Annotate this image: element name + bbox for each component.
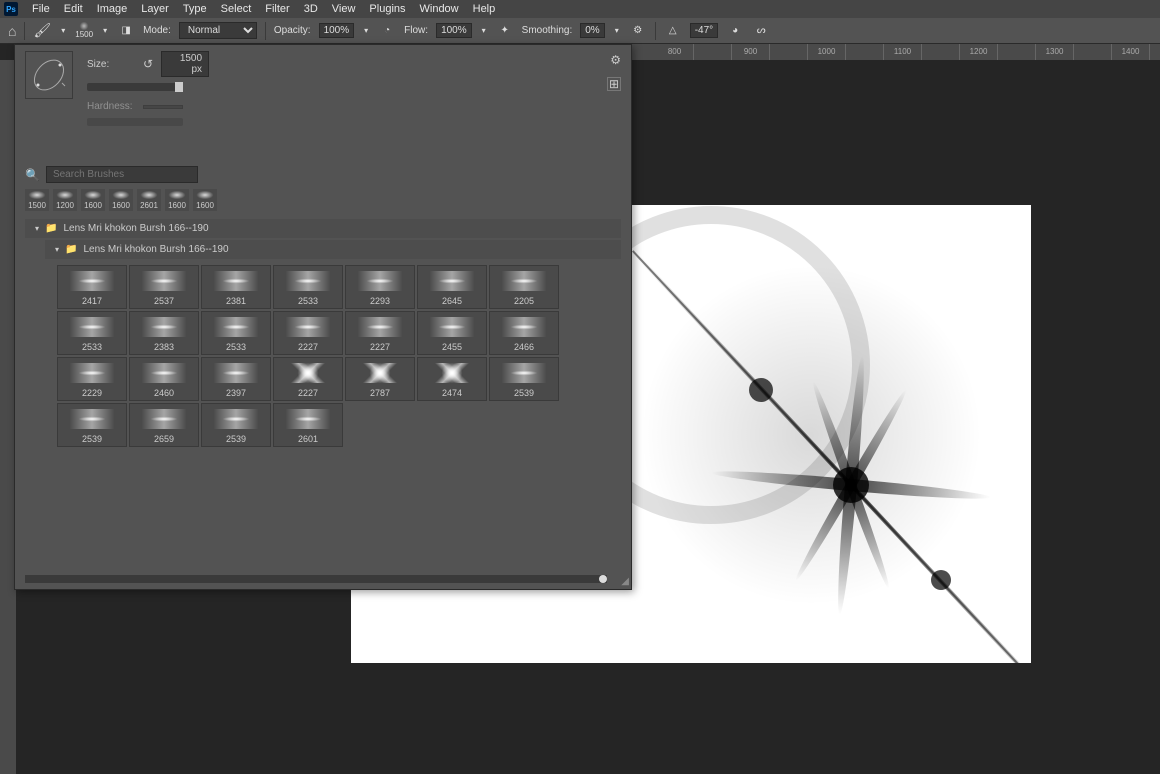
recent-brush[interactable]: 1600 [193, 189, 217, 211]
opacity-label: Opacity: [274, 25, 311, 36]
flow-label: Flow: [404, 25, 428, 36]
brush-thumbnail[interactable]: 2645 [417, 265, 487, 309]
recent-brush[interactable]: 1600 [109, 189, 133, 211]
brush-thumbnail[interactable]: 2537 [129, 265, 199, 309]
hardness-label: Hardness: [87, 101, 135, 112]
smoothing-options-icon[interactable]: ⚙ [629, 22, 647, 40]
tool-preset-dropdown[interactable]: ▾ [59, 26, 67, 35]
menu-type[interactable]: Type [183, 3, 207, 15]
symmetry-icon[interactable]: ᔕ [752, 22, 770, 40]
brush-thumbnail[interactable]: 2466 [489, 311, 559, 355]
brush-thumbnail[interactable]: 2229 [57, 357, 127, 401]
recent-brush[interactable]: 2601 [137, 189, 161, 211]
opacity-value[interactable]: 100% [319, 23, 355, 38]
hardness-value [143, 105, 183, 109]
brush-preset-picker[interactable]: 1500 [75, 22, 93, 39]
brush-thumbnail[interactable]: 2455 [417, 311, 487, 355]
recent-brush[interactable]: 1600 [165, 189, 189, 211]
menu-view[interactable]: View [332, 3, 356, 15]
size-reset-icon[interactable]: ↺ [143, 57, 153, 71]
brush-thumbnail[interactable]: 2383 [129, 311, 199, 355]
brush-thumbnail[interactable]: 2659 [129, 403, 199, 447]
brush-search-input[interactable] [46, 166, 198, 183]
angle-value[interactable]: -47° [690, 23, 718, 38]
brush-thumbnail[interactable]: 2787 [345, 357, 415, 401]
size-pressure-icon[interactable]: ◕ [726, 22, 744, 40]
brush-thumbnail[interactable]: 2460 [129, 357, 199, 401]
brush-thumbnail[interactable]: 2533 [273, 265, 343, 309]
chevron-down-icon: ▾ [55, 245, 59, 254]
recent-brush[interactable]: 1500 [25, 189, 49, 211]
brush-folder-nested[interactable]: ▾ 📁 Lens Mri khokon Bursh 166--190 [45, 240, 621, 259]
brush-settings-icon[interactable]: ◨ [117, 22, 135, 40]
size-slider[interactable] [87, 83, 183, 91]
brush-thumbnail[interactable]: 2533 [201, 311, 271, 355]
menu-plugins[interactable]: Plugins [369, 3, 405, 15]
new-brush-icon[interactable]: ⊞ [607, 77, 621, 91]
blend-mode-select[interactable]: Normal [179, 22, 257, 39]
brush-thumbnail[interactable]: 2227 [273, 311, 343, 355]
brush-thumbnail[interactable]: 2601 [273, 403, 343, 447]
panel-scrollbar[interactable] [25, 575, 607, 583]
brush-thumbnail[interactable]: 2417 [57, 265, 127, 309]
options-bar: ⌂ 🖌 ▾ 1500 ▾ ◨ Mode: Normal Opacity: 100… [0, 18, 1160, 44]
search-icon: 🔍 [25, 168, 40, 182]
brush-thumbnail[interactable]: 2205 [489, 265, 559, 309]
home-icon[interactable]: ⌂ [8, 23, 16, 39]
brush-preset-panel: ⚙ ⊞ Size: ↺ 1500 px Hardness: 🔍 15001200… [14, 44, 632, 590]
menu-window[interactable]: Window [420, 3, 459, 15]
brush-tool-icon[interactable]: 🖌 [33, 22, 51, 39]
menu-filter[interactable]: Filter [265, 3, 289, 15]
brush-thumbnail[interactable]: 2533 [57, 311, 127, 355]
menu-layer[interactable]: Layer [141, 3, 169, 15]
hardness-slider [87, 118, 183, 126]
panel-resize-handle[interactable]: ◢ [621, 576, 629, 587]
menubar: Ps File Edit Image Layer Type Select Fil… [0, 0, 1160, 18]
menu-edit[interactable]: Edit [64, 3, 83, 15]
brush-tip-preview [25, 51, 73, 99]
menu-image[interactable]: Image [97, 3, 128, 15]
brush-thumbnail[interactable]: 2381 [201, 265, 271, 309]
menu-help[interactable]: Help [473, 3, 496, 15]
brush-grid: 2417253723812533229326452205253323832533… [15, 261, 631, 451]
recent-brushes: 1500120016001600260116001600 [15, 189, 631, 217]
brush-thumbnail[interactable]: 2227 [345, 311, 415, 355]
mode-label: Mode: [143, 25, 171, 36]
airbrush-icon[interactable]: ✦ [496, 22, 514, 40]
brush-thumbnail[interactable]: 2397 [201, 357, 271, 401]
flow-value[interactable]: 100% [436, 23, 472, 38]
menu-file[interactable]: File [32, 3, 50, 15]
brush-thumbnail[interactable]: 2474 [417, 357, 487, 401]
chevron-down-icon: ▾ [35, 224, 39, 233]
brush-thumbnail[interactable]: 2539 [57, 403, 127, 447]
folder-icon: 📁 [65, 244, 77, 255]
opacity-pressure-icon[interactable]: ◔ [378, 22, 396, 40]
size-label: Size: [87, 59, 135, 70]
brush-thumbnail[interactable]: 2539 [201, 403, 271, 447]
brush-thumbnail[interactable]: 2539 [489, 357, 559, 401]
brush-thumbnail[interactable]: 2227 [273, 357, 343, 401]
brush-folder[interactable]: ▾ 📁 Lens Mri khokon Bursh 166--190 [25, 219, 621, 238]
menu-select[interactable]: Select [221, 3, 252, 15]
brush-thumbnail[interactable]: 2293 [345, 265, 415, 309]
recent-brush[interactable]: 1200 [53, 189, 77, 211]
recent-brush[interactable]: 1600 [81, 189, 105, 211]
size-value[interactable]: 1500 px [161, 51, 209, 77]
app-icon: Ps [4, 2, 18, 16]
panel-settings-icon[interactable]: ⚙ [610, 53, 621, 67]
angle-icon[interactable]: △ [664, 22, 682, 40]
smoothing-label: Smoothing: [522, 25, 573, 36]
folder-icon: 📁 [45, 223, 57, 234]
smoothing-value[interactable]: 0% [580, 23, 604, 38]
menu-3d[interactable]: 3D [304, 3, 318, 15]
